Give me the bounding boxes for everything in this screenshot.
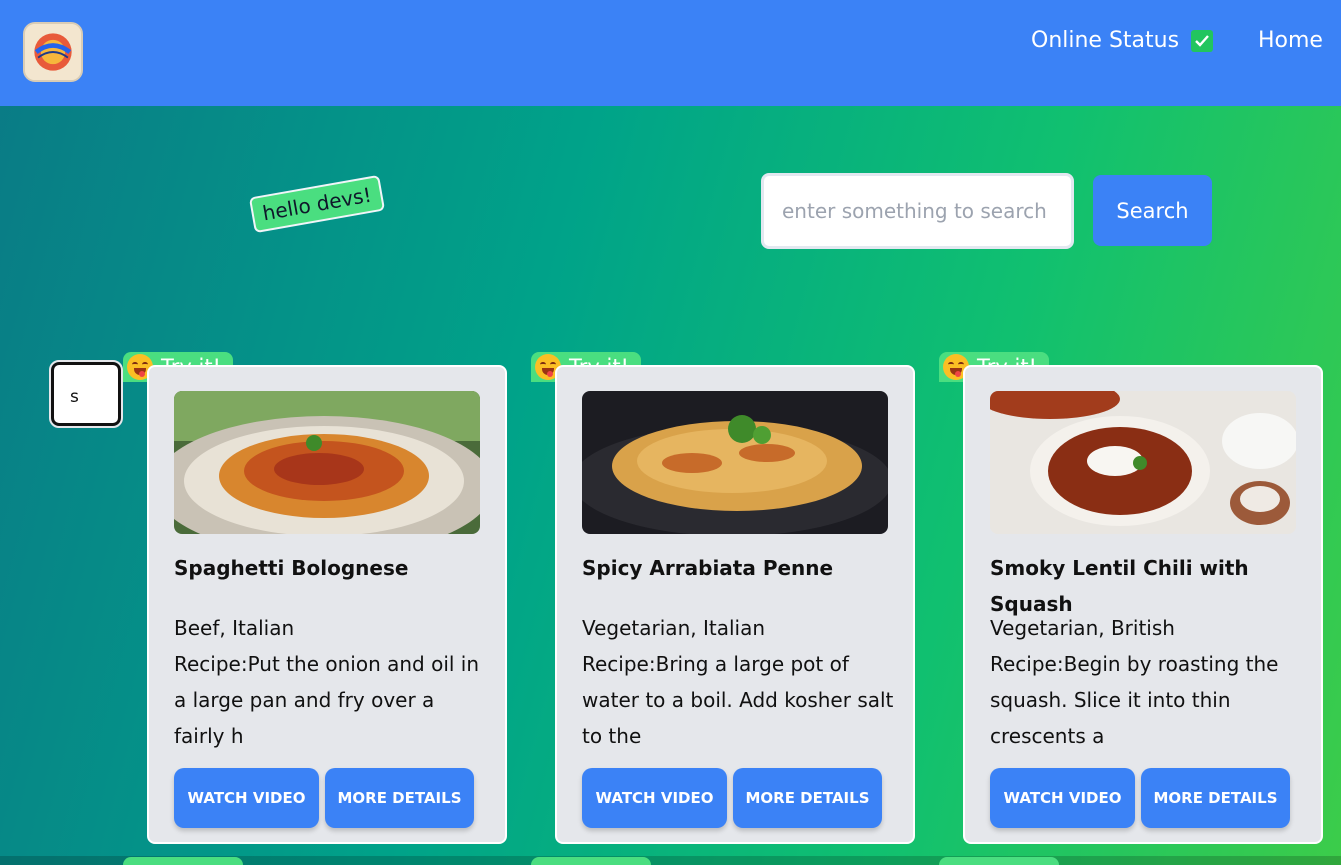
watch-video-button[interactable]: Watch Video	[990, 768, 1135, 828]
spaghetti-image	[174, 391, 480, 534]
recipe-description: Recipe:Begin by roasting the squash. Sli…	[990, 652, 1279, 748]
search-button[interactable]: Search	[1093, 175, 1212, 246]
recipe-title: Spaghetti Bolognese	[174, 556, 409, 580]
next-row-badge	[531, 857, 651, 865]
more-details-button[interactable]: More Details	[325, 768, 474, 828]
search-input[interactable]	[761, 173, 1074, 249]
app-logo-icon[interactable]	[23, 22, 83, 82]
recipe-card: Smoky Lentil Chili with Squash Vegetaria…	[963, 365, 1323, 844]
recipe-description: Recipe:Bring a large pot of water to a b…	[582, 652, 894, 748]
penne-image	[582, 391, 888, 534]
recipe-description: Recipe:Put the onion and oil in a large …	[174, 652, 480, 748]
navbar: Online Status Home	[0, 0, 1341, 106]
recipe-card: Spaghetti Bolognese Beef, Italian Recipe…	[147, 365, 507, 844]
recipe-card: Spicy Arrabiata Penne Vegetarian, Italia…	[555, 365, 915, 844]
online-status: Online Status	[1031, 28, 1214, 53]
next-row-badge	[123, 857, 243, 865]
watch-video-button[interactable]: Watch Video	[582, 768, 727, 828]
checkmark-icon	[1191, 29, 1214, 52]
online-status-label: Online Status	[1031, 28, 1180, 53]
recipe-tags: Vegetarian, British	[990, 616, 1175, 640]
side-input-box[interactable]: s	[49, 360, 123, 428]
lentil-chili-image	[990, 391, 1296, 534]
more-details-button[interactable]: More Details	[733, 768, 882, 828]
more-details-button[interactable]: More Details	[1141, 768, 1290, 828]
watch-video-button[interactable]: Watch Video	[174, 768, 319, 828]
recipe-tags: Vegetarian, Italian	[582, 616, 765, 640]
hello-tag: hello devs!	[248, 174, 386, 234]
next-row-badge	[939, 857, 1059, 865]
recipe-tags: Beef, Italian	[174, 616, 295, 640]
home-link[interactable]: Home	[1258, 28, 1323, 53]
recipe-title: Spicy Arrabiata Penne	[582, 556, 834, 580]
